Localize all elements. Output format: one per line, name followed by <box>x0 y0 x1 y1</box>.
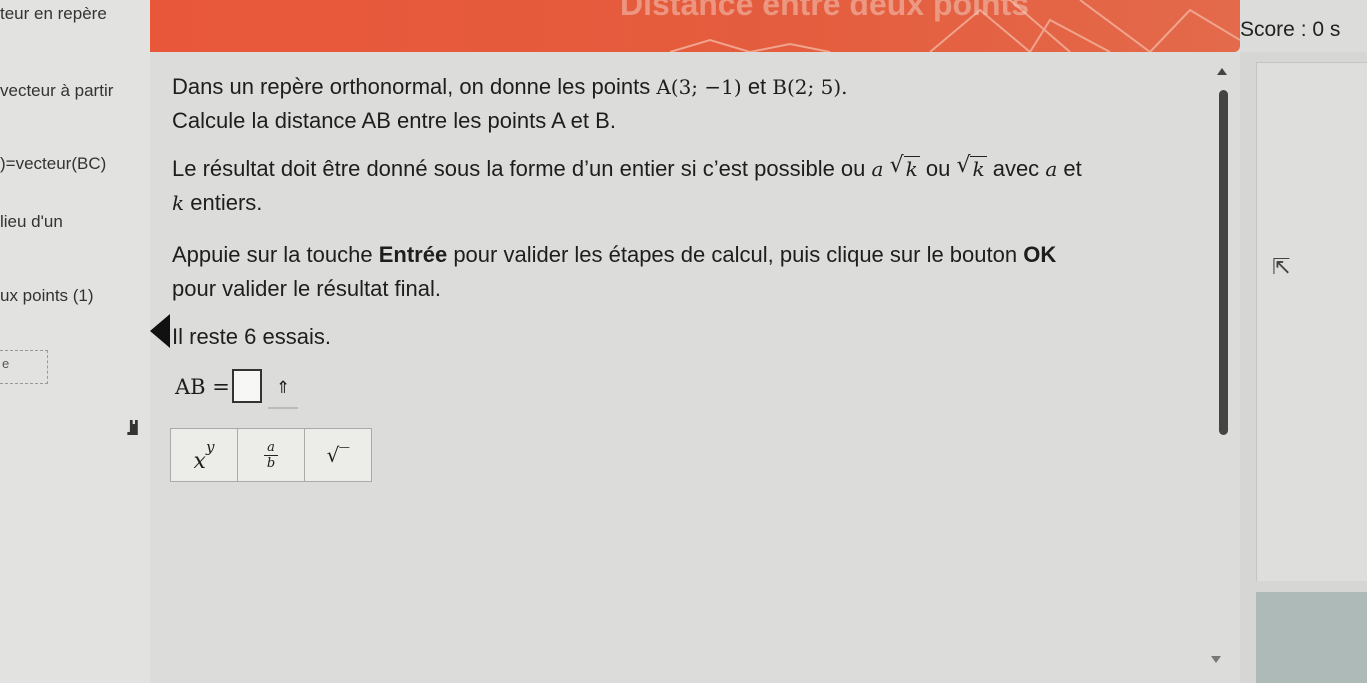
var-k: k <box>172 191 185 215</box>
scroll-up-arrow-icon[interactable] <box>1217 68 1227 75</box>
back-arrow-icon[interactable] <box>150 314 170 348</box>
right-panel-footer <box>1256 592 1367 683</box>
power-exponent: y <box>205 438 215 456</box>
scrollbar-thumb[interactable] <box>1219 90 1228 435</box>
power-base: x <box>193 448 206 474</box>
sqrt-k-expression: √ k <box>889 153 920 181</box>
scroll-down-arrow-icon[interactable] <box>1211 656 1221 663</box>
stats-icon[interactable]: .lıl <box>126 418 139 441</box>
mouse-cursor-icon: ⇱ <box>1272 254 1291 279</box>
var-a: a <box>871 157 884 181</box>
sidebar-item-2[interactable]: vecteur à partir <box>0 81 113 101</box>
with-word: avec <box>992 156 1040 181</box>
fraction-button[interactable]: ab <box>238 429 305 481</box>
ok-label: OK <box>1023 242 1057 267</box>
answer-input[interactable] <box>232 369 262 403</box>
validate-instruction: pour valider les étapes de calcul, puis … <box>453 242 1018 267</box>
exercise-list-sidebar: teur en repère vecteur à partir )=vecteu… <box>0 0 150 683</box>
sqrt-k-expression-2: √ k <box>956 153 987 181</box>
integers-word: entiers. <box>190 190 263 215</box>
problem-line-6: pour valider le résultat final. <box>172 276 442 301</box>
math-toolbar: x y ab √‾ <box>170 428 372 482</box>
problem-text: Dans un repère orthonormal, on donne les… <box>172 74 651 99</box>
score-display: Score : 0 s <box>1240 18 1341 41</box>
enter-key-label: Entrée <box>378 242 448 267</box>
problem-line-2: Calcule la distance AB entre les points … <box>172 108 616 133</box>
problem-line-3: Le résultat doit être donné sous la form… <box>172 153 1082 182</box>
var-a-2: a <box>1045 157 1058 181</box>
exercise-title: Distance entre deux points <box>620 0 1029 22</box>
fraction-denominator: b <box>266 455 276 471</box>
problem-line-5: Appuie sur la touche Entrée pour valider… <box>172 242 1056 268</box>
sidebar-item-3[interactable]: )=vecteur(BC) <box>0 154 106 174</box>
enter-instruction: Appuie sur la touche <box>172 242 373 267</box>
sqrt-icon: √‾ <box>326 443 350 467</box>
format-instruction: Le résultat doit être donné sous la form… <box>172 156 866 181</box>
problem-line-4: k entiers. <box>172 190 262 216</box>
sidebar-item-4[interactable]: lieu d'un <box>0 212 63 232</box>
sidebar-item-1[interactable]: teur en repère <box>0 4 107 24</box>
exercise-banner: Distance entre deux points <box>150 0 1240 52</box>
attempts-remaining: Il reste 6 essais. <box>172 324 331 349</box>
sqrt-button[interactable]: √‾ <box>305 429 371 481</box>
sidebar-search-box[interactable]: e <box>0 350 48 384</box>
answer-label: AB = <box>175 375 230 399</box>
power-button[interactable]: x y <box>171 429 238 481</box>
or-word: ou <box>925 156 951 181</box>
problem-line-1: Dans un repère orthonormal, on donne les… <box>172 74 848 100</box>
point-b: B(2; 5). <box>772 75 848 99</box>
caret-up-button[interactable]: ⇑ <box>268 375 298 409</box>
and-word: et <box>1063 156 1082 181</box>
conjunction: et <box>747 74 767 99</box>
exercise-content: Dans un repère orthonormal, on donne les… <box>150 52 1240 683</box>
point-a: A(3; −1) <box>656 75 742 99</box>
sidebar-item-5[interactable]: ux points (1) <box>0 286 94 306</box>
fraction-numerator: a <box>267 439 275 455</box>
right-panel-card <box>1256 62 1367 581</box>
